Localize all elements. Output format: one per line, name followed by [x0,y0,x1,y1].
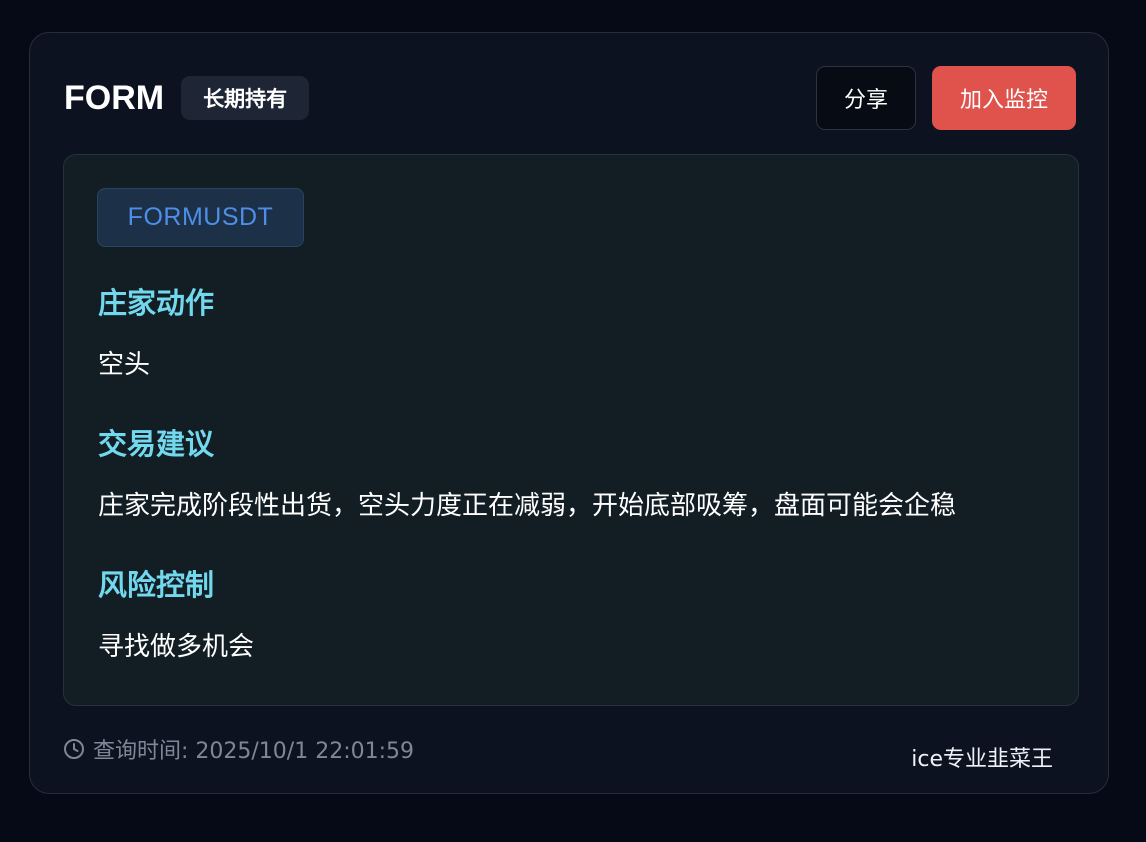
section-body: 寻找做多机会 [98,632,255,662]
analysis-card: FORM 长期持有 分享 加入监控 FORMUSDT 庄家动作 空头 交易建议 … [29,32,1109,794]
section-trade-advice: 交易建议 庄家完成阶段性出货，空头力度正在减弱，开始底部吸筹，盘面可能会企稳 [98,427,957,521]
share-button[interactable]: 分享 [816,66,916,130]
section-title: 庄家动作 [98,286,215,320]
card-header: FORM 长期持有 分享 加入监控 [64,66,1076,130]
section-risk-control: 风险控制 寻找做多机会 [98,568,255,662]
add-monitor-button[interactable]: 加入监控 [932,66,1076,130]
clock-icon [64,739,84,759]
analysis-panel: FORMUSDT 庄家动作 空头 交易建议 庄家完成阶段性出货，空头力度正在减弱… [63,154,1079,706]
hold-period-badge: 长期持有 [181,76,310,120]
section-body: 空头 [98,350,151,380]
section-title: 交易建议 [98,427,215,461]
query-time: 查询时间: 2025/10/1 22:01:59 [63,733,414,765]
section-title: 风险控制 [98,568,215,602]
symbol-title: FORM [64,79,165,117]
query-time-text: 查询时间: 2025/10/1 22:01:59 [93,739,415,764]
section-body: 庄家完成阶段性出货，空头力度正在减弱，开始底部吸筹，盘面可能会企稳 [98,491,957,521]
trading-pair-tag: FORMUSDT [97,188,304,247]
author-name: ice专业韭菜王 [911,747,1053,772]
section-dealer-action: 庄家动作 空头 [98,286,215,380]
